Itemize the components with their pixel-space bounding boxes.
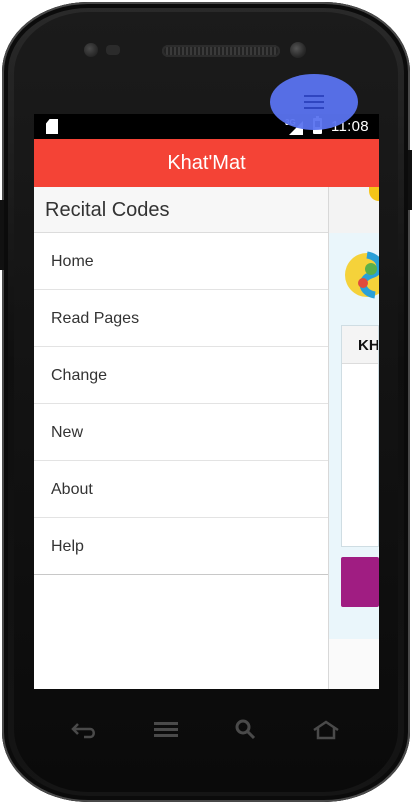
drawer-menu: Home Read Pages Change New About Help <box>34 233 328 575</box>
background-content: KH <box>329 187 379 689</box>
power-key <box>408 150 412 210</box>
drawer-item-help[interactable]: Help <box>34 518 328 575</box>
menu-icon[interactable] <box>149 715 183 745</box>
screen: 3G 11:08 Khat'Mat KH <box>34 114 379 689</box>
background-accent <box>369 187 379 201</box>
background-card-header: KH <box>342 326 378 364</box>
volume-key <box>0 200 4 270</box>
drawer-item-change[interactable]: Change <box>34 347 328 404</box>
background-footer <box>329 639 379 689</box>
sd-card-icon <box>46 119 58 134</box>
phone-frame: 3G 11:08 Khat'Mat KH <box>0 0 412 804</box>
navigation-drawer: Recital Codes Home Read Pages Change New… <box>34 187 329 689</box>
hamburger-icon <box>304 95 324 109</box>
background-action-button[interactable] <box>341 557 379 607</box>
drawer-title: Recital Codes <box>34 187 328 233</box>
background-header <box>329 187 379 233</box>
app-logo-icon <box>341 249 379 301</box>
app-bar: Khat'Mat <box>34 139 379 187</box>
background-card: KH <box>341 325 379 547</box>
drawer-item-about[interactable]: About <box>34 461 328 518</box>
earpiece-speaker <box>162 45 280 57</box>
back-icon[interactable] <box>67 715 101 745</box>
menu-toggle-button[interactable] <box>270 74 358 130</box>
front-camera <box>290 42 306 58</box>
hardware-nav-bar <box>34 705 379 755</box>
app-title: Khat'Mat <box>167 151 246 174</box>
light-sensor <box>106 45 120 55</box>
drawer-item-new[interactable]: New <box>34 404 328 461</box>
drawer-item-home[interactable]: Home <box>34 233 328 290</box>
drawer-item-read-pages[interactable]: Read Pages <box>34 290 328 347</box>
home-icon[interactable] <box>309 715 343 745</box>
search-icon[interactable] <box>229 715 263 745</box>
proximity-sensor <box>84 43 98 57</box>
